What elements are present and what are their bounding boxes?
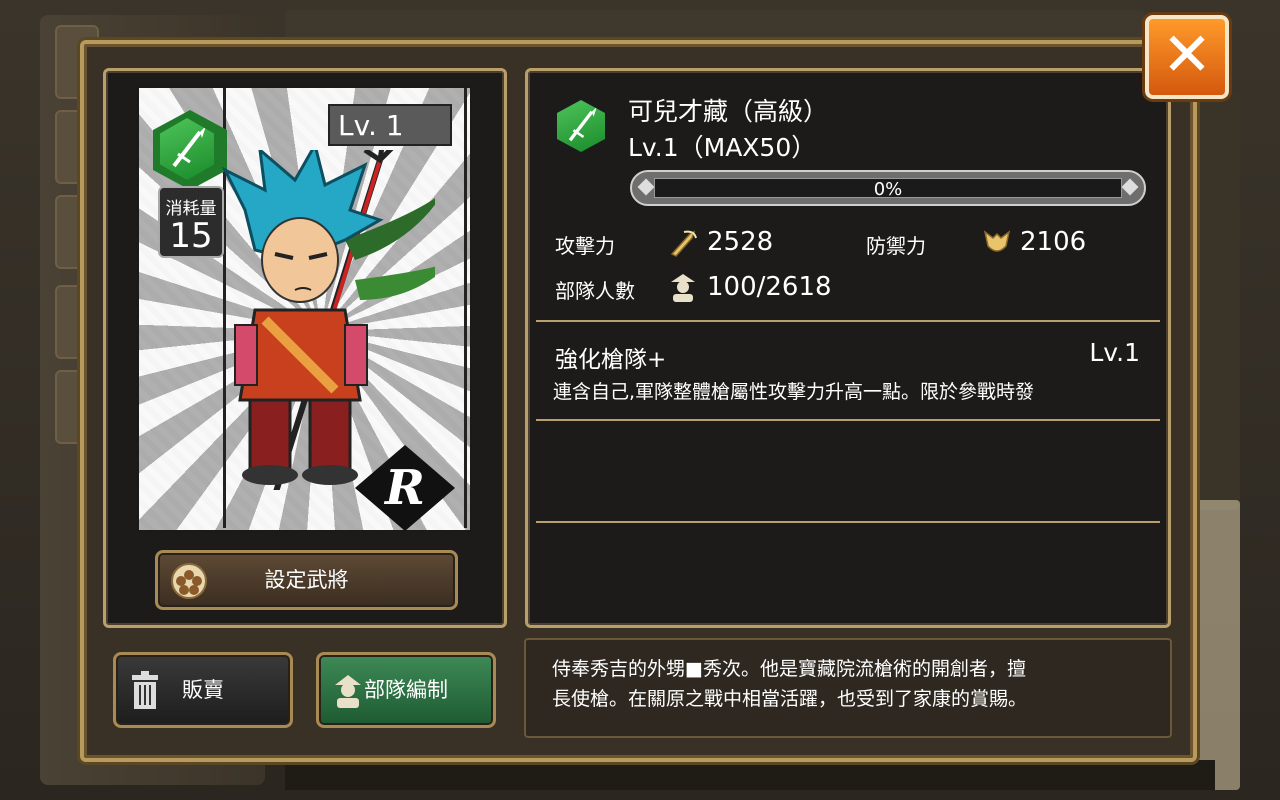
close-button[interactable]: ✕ (1145, 15, 1229, 99)
skill-name: 強化槍隊+ (555, 347, 667, 373)
attack-value: 2528 (707, 227, 774, 257)
set-general-button[interactable]: 設定武將 (155, 550, 458, 610)
defense-label: 防禦力 (866, 234, 926, 258)
troops-value: 100/2618 (707, 272, 832, 302)
feather-sword-icon (670, 230, 697, 257)
progress-text: 0% (873, 179, 903, 200)
team-edit-label: 部隊編制 (364, 678, 448, 702)
general-portrait (221, 150, 435, 490)
team-edit-button[interactable]: 部隊編制 (316, 652, 496, 728)
soldier-icon (671, 274, 695, 302)
skill-level: Lv.1 (1089, 338, 1140, 367)
background-bottombar (285, 760, 1215, 790)
soldier-icon (335, 675, 361, 708)
biography-box: 侍奉秀吉的外甥■秀次。他是寶藏院流槍術的開創者，擅 長使槍。在關原之戰中相當活躍… (524, 638, 1172, 738)
close-icon: ✕ (1161, 20, 1213, 90)
exp-progress-bar: 0% (630, 170, 1146, 206)
spear-attribute-icon (557, 100, 605, 152)
background-topbar (285, 10, 1145, 40)
biography-line: 侍奉秀吉的外甥■秀次。他是寶藏院流槍術的開創者，擅 (552, 658, 1026, 680)
card-level-badge: Lv. 1 (328, 104, 452, 146)
sell-label: 販賣 (182, 678, 224, 702)
defense-value: 2106 (1020, 227, 1087, 257)
section-divider (536, 521, 1160, 523)
section-divider (536, 320, 1160, 322)
armor-icon (983, 230, 1011, 252)
progress-track: 0% (654, 178, 1122, 200)
sakura-crest-icon (171, 563, 207, 599)
trash-icon (132, 671, 158, 709)
sell-button[interactable]: 販賣 (113, 652, 293, 728)
section-divider (536, 419, 1160, 421)
biography-line: 長使槍。在關原之戰中相當活躍，也受到了家康的賞賜。 (552, 688, 1028, 710)
progress-end-cap (637, 178, 655, 196)
progress-end-cap (1121, 178, 1139, 196)
skill-description: 連含自己,軍隊整體槍屬性攻擊力升高一點。限於參戰時發 (553, 381, 1035, 403)
general-level: Lv.1（MAX50） (628, 133, 817, 162)
set-general-label: 設定武將 (264, 568, 349, 592)
troops-label: 部隊人數 (555, 279, 635, 303)
general-name: 可兒才藏（高級） (628, 97, 829, 126)
attack-label: 攻擊力 (555, 234, 615, 258)
